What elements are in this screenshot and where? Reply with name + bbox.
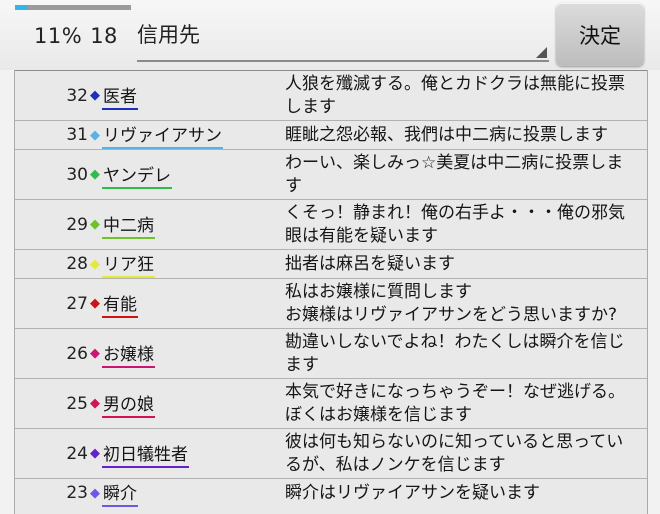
- table-row[interactable]: 28 ◆ リア狂 拙者は麻呂を疑います: [15, 249, 647, 279]
- table-row[interactable]: 25 ◆ 男の娘 本気で好きになっちゃうぞー！なぜ逃げる。ぼくはお嬢様を信じます: [15, 378, 647, 429]
- player-cell: 25 ◆ 男の娘: [15, 378, 281, 429]
- player-name[interactable]: リヴァイアサン: [102, 121, 223, 149]
- message-text: 瞬介はリヴァイアサンを疑います: [281, 478, 647, 507]
- message-text: わーい、楽しみっ☆美夏は中二病に投票します: [281, 149, 647, 200]
- count-label: 18: [90, 24, 118, 48]
- diamond-icon: ◆: [90, 446, 100, 461]
- table-row[interactable]: 30 ◆ ヤンデレ わーい、楽しみっ☆美夏は中二病に投票します: [15, 149, 647, 200]
- diamond-icon: ◆: [90, 396, 100, 411]
- player-name[interactable]: お嬢様: [102, 340, 155, 368]
- diamond-icon: ◆: [90, 217, 100, 232]
- diamond-icon: ◆: [90, 88, 100, 103]
- select-value: 信用先: [137, 23, 200, 47]
- player-cell: 31 ◆ リヴァイアサン: [15, 120, 281, 150]
- player-number: 24: [66, 443, 88, 464]
- message-text: 拙者は麻呂を疑います: [281, 249, 647, 279]
- player-name[interactable]: リア狂: [102, 250, 155, 278]
- player-name[interactable]: 医者: [102, 82, 138, 110]
- diamond-icon: ◆: [90, 346, 100, 361]
- diamond-icon: ◆: [90, 296, 100, 311]
- player-name[interactable]: 中二病: [102, 211, 155, 239]
- player-number: 31: [66, 125, 88, 145]
- message-text: 人狼を殲滅する。俺とカドクラは無能に投票します: [281, 70, 647, 121]
- player-number: 25: [66, 393, 88, 414]
- submit-button[interactable]: 決定: [556, 3, 644, 66]
- player-name[interactable]: ヤンデレ: [102, 161, 172, 189]
- player-number: 30: [66, 164, 88, 185]
- player-name[interactable]: 瞬介: [102, 479, 138, 507]
- player-cell: 27 ◆ 有能: [15, 278, 281, 329]
- player-name[interactable]: 有能: [102, 290, 138, 318]
- player-number: 32: [66, 85, 88, 106]
- message-text: 私はお嬢様に質問します お嬢様はリヴァイアサンをどう思いますか?: [281, 278, 647, 329]
- player-name[interactable]: 初日犠牲者: [102, 440, 189, 468]
- table-row[interactable]: 24 ◆ 初日犠牲者 彼は何も知らないのに知っていると思っているが、私はノンケを信じま…: [15, 428, 647, 479]
- diamond-icon: ◆: [90, 256, 100, 272]
- table-row[interactable]: 26 ◆ お嬢様 勘違いしないでよね！わたくしは瞬介を信じます: [15, 328, 647, 379]
- player-number: 29: [66, 214, 88, 235]
- target-select[interactable]: 信用先: [137, 12, 549, 62]
- diamond-icon: ◆: [90, 127, 100, 143]
- message-text: 勘違いしないでよね！わたくしは瞬介を信じます: [281, 328, 647, 379]
- diamond-icon: ◆: [90, 167, 100, 182]
- message-text: 彼は何も知らないのに知っていると思っているが、私はノンケを信じます: [281, 428, 647, 479]
- player-number: 23: [66, 483, 88, 503]
- progress-fill: [15, 5, 28, 10]
- message-text: 本気で好きになっちゃうぞー！なぜ逃げる。ぼくはお嬢様を信じます: [281, 378, 647, 429]
- player-number: 28: [66, 254, 88, 274]
- player-number: 27: [66, 293, 88, 314]
- header: 11% 18 信用先 決定: [0, 0, 660, 70]
- player-cell: 24 ◆ 初日犠牲者: [15, 428, 281, 479]
- progress-label: 11%: [34, 24, 83, 48]
- table-row[interactable]: 31 ◆ リヴァイアサン 睚眦之怨必報、我們は中二病に投票します: [15, 120, 647, 150]
- status-text: 11% 18: [34, 24, 118, 48]
- table-row[interactable]: 32 ◆ 医者 人狼を殲滅する。俺とカドクラは無能に投票します: [15, 70, 647, 121]
- message-text: 睚眦之怨必報、我們は中二病に投票します: [281, 120, 647, 150]
- table-row[interactable]: 27 ◆ 有能 私はお嬢様に質問します お嬢様はリヴァイアサンをどう思いますか?: [15, 278, 647, 329]
- message-text: くそっ！静まれ！俺の右手よ・・・俺の邪気眼は有能を疑います: [281, 199, 647, 250]
- player-cell: 26 ◆ お嬢様: [15, 328, 281, 379]
- diamond-icon: ◆: [90, 485, 100, 501]
- player-name[interactable]: 男の娘: [102, 390, 155, 418]
- message-list[interactable]: 32 ◆ 医者 人狼を殲滅する。俺とカドクラは無能に投票します 31 ◆ リヴァイアサン 睚眦…: [14, 70, 648, 514]
- player-cell: 30 ◆ ヤンデレ: [15, 149, 281, 200]
- player-cell: 32 ◆ 医者: [15, 70, 281, 121]
- table-row[interactable]: 29 ◆ 中二病 くそっ！静まれ！俺の右手よ・・・俺の邪気眼は有能を疑います: [15, 199, 647, 250]
- player-cell: 28 ◆ リア狂: [15, 249, 281, 279]
- table-row[interactable]: 23 ◆ 瞬介 瞬介はリヴァイアサンを疑います: [15, 478, 647, 507]
- player-cell: 23 ◆ 瞬介: [15, 478, 281, 507]
- dropdown-caret-icon: [536, 47, 547, 58]
- progress-bar: [15, 5, 131, 10]
- player-number: 26: [66, 343, 88, 364]
- player-cell: 29 ◆ 中二病: [15, 199, 281, 250]
